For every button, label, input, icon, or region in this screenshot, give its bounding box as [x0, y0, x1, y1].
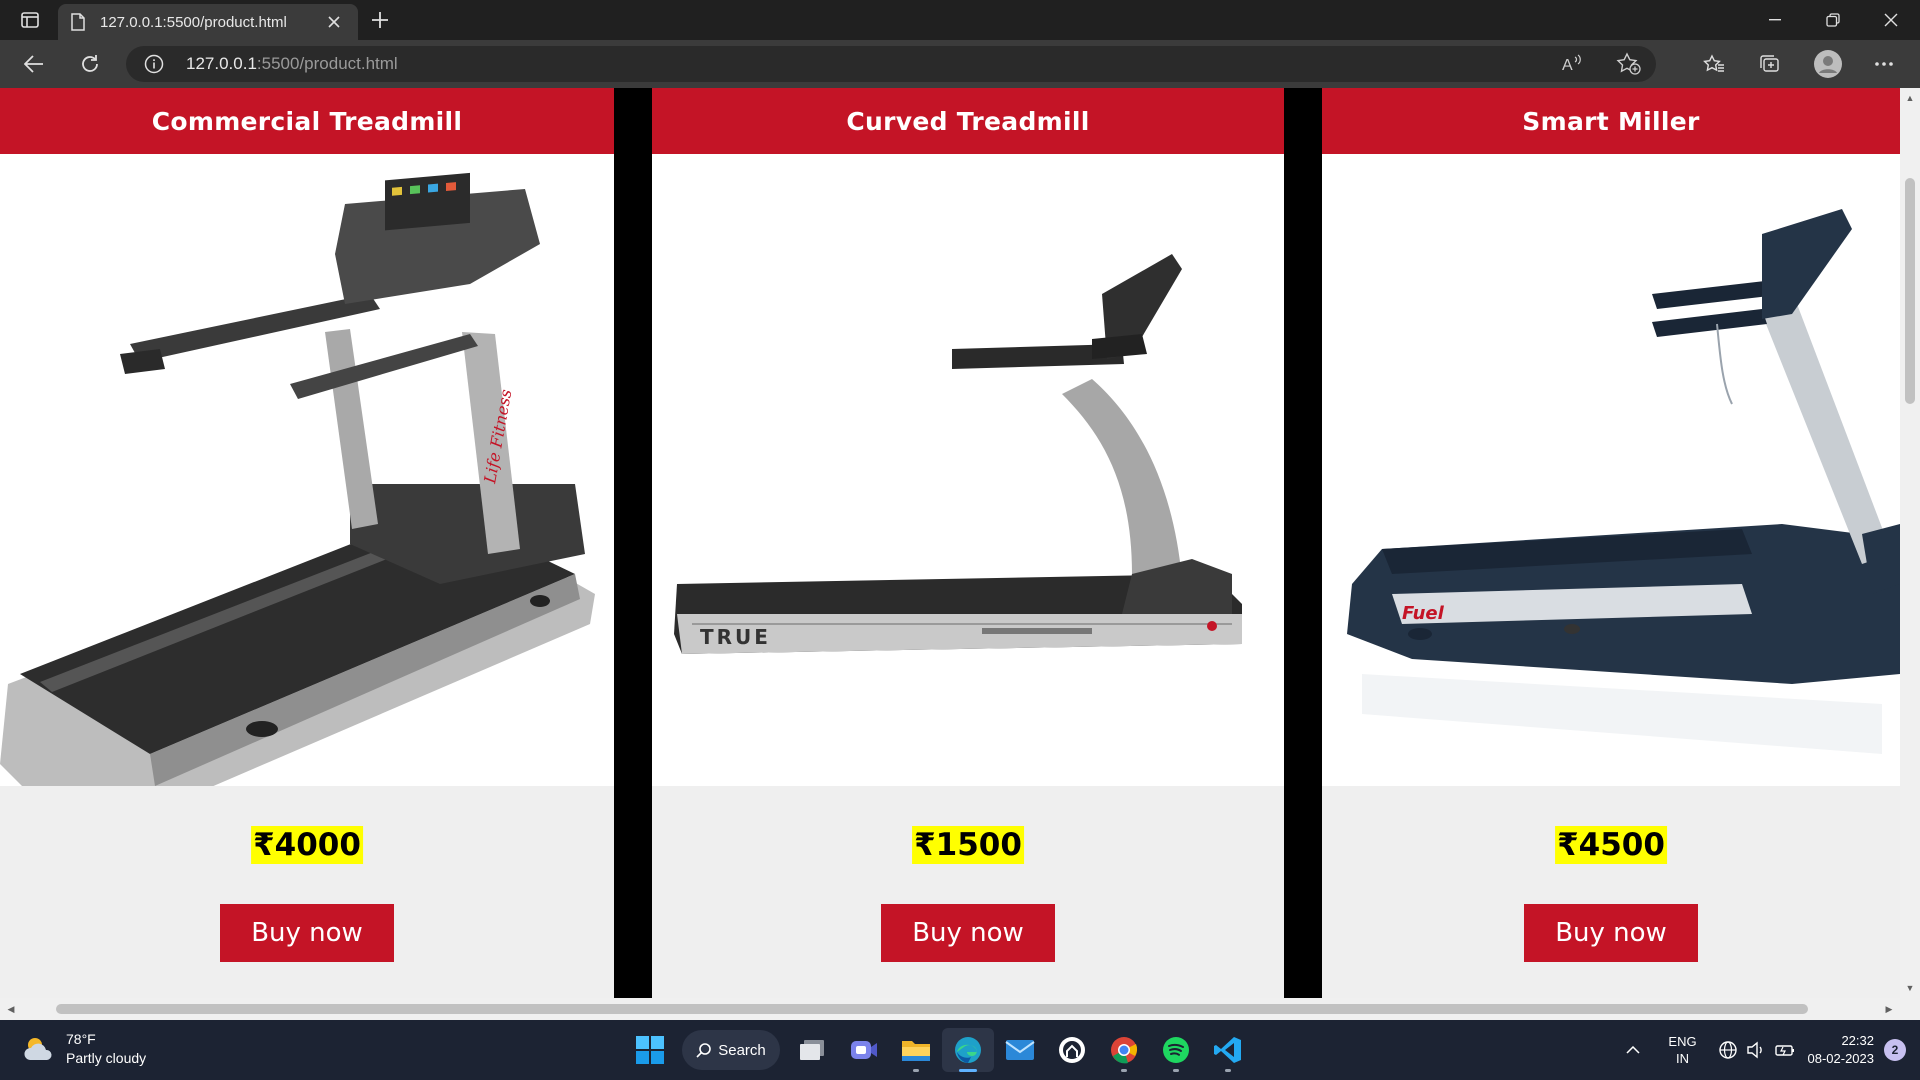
horizontal-scroll-thumb[interactable] — [56, 1004, 1808, 1014]
browser-tabstrip: 127.0.0.1:5500/product.html — [0, 0, 1920, 40]
running-indicator — [1173, 1069, 1179, 1072]
product-image: TRUE — [652, 154, 1284, 786]
search-icon — [696, 1043, 712, 1058]
read-aloud-icon[interactable]: A — [1560, 52, 1584, 76]
partly-cloudy-icon — [24, 1038, 52, 1060]
product-title: Smart Miller — [1522, 106, 1700, 136]
refresh-icon[interactable] — [72, 48, 108, 80]
browser-tab[interactable]: 127.0.0.1:5500/product.html — [58, 4, 358, 40]
product-title: Commercial Treadmill — [151, 106, 463, 136]
scroll-up-icon[interactable]: ▲ — [1900, 90, 1920, 106]
product-title: Curved Treadmill — [846, 106, 1090, 136]
product-card-header: Curved Treadmill — [652, 88, 1284, 154]
edge-browser-icon[interactable] — [942, 1028, 994, 1072]
product-price: ₹1500 — [912, 826, 1024, 864]
restore-icon[interactable] — [1804, 0, 1862, 40]
spotify-icon[interactable] — [1150, 1028, 1202, 1072]
brand-text: TRUE — [700, 625, 771, 649]
tab-title: 127.0.0.1:5500/product.html — [100, 13, 287, 31]
scroll-right-icon[interactable]: ▶ — [1880, 1000, 1898, 1018]
weather-temperature: 78°F — [66, 1031, 96, 1047]
product-price: ₹4000 — [251, 826, 363, 864]
profile-avatar[interactable] — [1810, 48, 1846, 80]
product-card: Smart Miller Fuel ₹4500 Buy now — [1322, 88, 1900, 998]
mail-icon[interactable] — [994, 1028, 1046, 1072]
buy-now-button[interactable]: Buy now — [881, 904, 1055, 962]
github-app-icon[interactable] — [1046, 1028, 1098, 1072]
buy-now-button[interactable]: Buy now — [1524, 904, 1698, 962]
windows-taskbar: 78°F Partly cloudy Search ENG IN 22:32 0… — [0, 1020, 1920, 1080]
url-text[interactable]: 127.0.0.1:5500/product.html — [186, 54, 398, 74]
notification-badge[interactable]: 2 — [1884, 1039, 1906, 1061]
product-card: Commercial Treadmill Life Fitness ₹4000 … — [0, 88, 614, 998]
browser-toolbar: 127.0.0.1:5500/product.html A — [0, 40, 1920, 88]
start-icon[interactable] — [624, 1028, 676, 1072]
minimize-icon[interactable] — [1746, 0, 1804, 40]
collections-icon[interactable] — [1752, 48, 1788, 80]
battery-charging-icon — [1774, 1045, 1794, 1056]
close-tab-icon[interactable] — [322, 10, 346, 34]
volume-icon — [1746, 1041, 1762, 1059]
clock-time: 22:32 — [1841, 1033, 1874, 1048]
clock-date: 08-02-2023 — [1807, 1051, 1875, 1066]
address-bar[interactable]: 127.0.0.1:5500/product.html A — [126, 46, 1656, 82]
horizontal-scrollbar[interactable]: ◀ ▶ — [0, 998, 1920, 1020]
task-view-icon[interactable] — [786, 1028, 838, 1072]
vertical-scroll-thumb[interactable] — [1905, 178, 1915, 404]
page-file-icon — [70, 13, 88, 31]
more-menu-icon[interactable] — [1866, 48, 1902, 80]
clock[interactable]: 22:32 08-02-2023 — [1808, 1032, 1875, 1068]
product-image: Life Fitness — [0, 154, 614, 786]
search-label: Search — [718, 1041, 766, 1059]
buy-now-button[interactable]: Buy now — [220, 904, 394, 962]
product-price: ₹4500 — [1555, 826, 1667, 864]
running-indicator — [1121, 1069, 1127, 1072]
vertical-scrollbar[interactable]: ▲ ▼ — [1900, 88, 1920, 998]
window-controls — [1746, 0, 1920, 40]
vscode-icon[interactable] — [1202, 1028, 1254, 1072]
teams-chat-icon[interactable] — [838, 1028, 890, 1072]
weather-widget[interactable]: 78°F Partly cloudy — [22, 1030, 146, 1068]
treadmill-curved-icon: TRUE — [674, 254, 1242, 654]
language-indicator[interactable]: ENG IN — [1658, 1033, 1708, 1067]
back-icon[interactable] — [16, 48, 52, 80]
favorites-icon[interactable] — [1696, 48, 1732, 80]
close-window-icon[interactable] — [1862, 0, 1920, 40]
taskbar-search-button[interactable]: Search — [682, 1030, 780, 1070]
scroll-down-icon[interactable]: ▼ — [1900, 980, 1920, 996]
running-indicator — [913, 1069, 919, 1072]
system-tray: ENG IN 22:32 08-02-2023 2 — [1618, 1020, 1920, 1080]
product-card: Curved Treadmill TRUE ₹1500 Buy now — [652, 88, 1284, 998]
site-info-icon[interactable] — [144, 54, 164, 74]
chrome-icon[interactable] — [1098, 1028, 1150, 1072]
add-favorite-icon[interactable] — [1616, 52, 1642, 76]
file-explorer-icon[interactable] — [890, 1028, 942, 1072]
treadmill-commercial-icon: Life Fitness — [0, 172, 595, 786]
running-indicator — [1225, 1069, 1231, 1072]
running-indicator — [959, 1069, 977, 1072]
brand-text: Fuel — [1402, 603, 1445, 624]
taskbar-apps: Search — [624, 1028, 1254, 1072]
product-image: Fuel — [1322, 154, 1900, 786]
new-tab-icon[interactable] — [366, 8, 394, 32]
scroll-left-icon[interactable]: ◀ — [2, 1000, 20, 1018]
network-globe-icon — [1718, 1041, 1737, 1059]
show-hidden-icons-icon[interactable] — [1618, 1046, 1648, 1054]
page-viewport: Commercial Treadmill Life Fitness ₹4000 … — [0, 88, 1900, 998]
tab-actions-icon[interactable] — [16, 8, 44, 32]
quick-settings[interactable] — [1718, 1040, 1796, 1060]
product-card-header: Commercial Treadmill — [0, 88, 614, 154]
product-card-header: Smart Miller — [1322, 88, 1900, 154]
treadmill-smart-icon: Fuel — [1347, 209, 1900, 754]
svg-text:A: A — [1562, 57, 1573, 74]
weather-description: Partly cloudy — [66, 1050, 147, 1066]
